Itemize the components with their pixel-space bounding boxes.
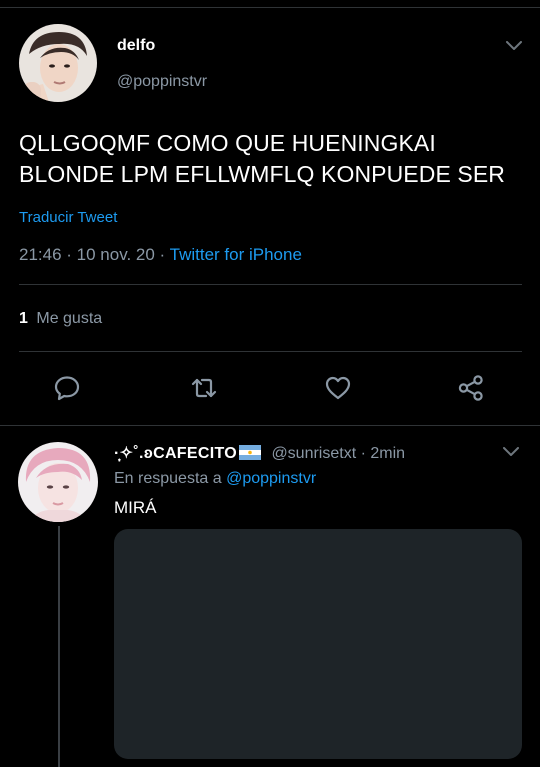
likes-label: Me gusta bbox=[36, 310, 103, 327]
share-icon bbox=[458, 375, 483, 401]
tweet-time: 21:46 bbox=[19, 245, 62, 264]
reply-icon bbox=[54, 376, 80, 401]
replying-to-mention[interactable]: @poppinstvr bbox=[226, 470, 316, 487]
replying-to-label: En respuesta a bbox=[114, 470, 222, 487]
chevron-down-icon[interactable] bbox=[506, 38, 522, 56]
likes-stat[interactable]: 1 Me gusta bbox=[19, 310, 102, 328]
tweet-text: QLLGOQMF COMO QUE HUENINGKAI BLONDE LPM … bbox=[19, 130, 505, 187]
divider bbox=[19, 284, 522, 285]
reply-button[interactable] bbox=[53, 374, 81, 402]
author-handle[interactable]: @poppinstvr bbox=[117, 73, 207, 91]
retweet-icon bbox=[191, 378, 217, 398]
chevron-down-icon[interactable] bbox=[503, 444, 519, 462]
share-button[interactable] bbox=[457, 374, 485, 402]
author-name[interactable]: delfo bbox=[117, 37, 155, 55]
reply-author-avatar[interactable] bbox=[18, 442, 98, 522]
meta-dot: · bbox=[66, 245, 77, 264]
divider bbox=[19, 351, 522, 352]
reply-time[interactable]: 2min bbox=[370, 445, 405, 462]
retweet-button[interactable] bbox=[190, 374, 218, 402]
media-attachment[interactable] bbox=[114, 529, 522, 759]
argentina-flag-icon bbox=[238, 445, 261, 465]
likes-count: 1 bbox=[19, 310, 28, 327]
tweet-source[interactable]: Twitter for iPhone bbox=[170, 245, 302, 264]
heart-icon bbox=[325, 376, 351, 400]
replying-to-line: En respuesta a @poppinstvr bbox=[114, 470, 316, 488]
reply-header: ·̩͙✧˚.ʚCAFECITO @sunrisetxt · 2min bbox=[114, 443, 405, 465]
reply-text: MIRÁ bbox=[114, 498, 157, 517]
thread-connector-line bbox=[58, 526, 60, 767]
top-divider bbox=[0, 7, 540, 8]
translate-tweet-link[interactable]: Traducir Tweet bbox=[19, 209, 117, 226]
tweet-meta: 21:46 · 10 nov. 20 · Twitter for iPhone bbox=[19, 245, 302, 265]
meta-dot: · bbox=[360, 445, 371, 462]
tweet-date[interactable]: 10 nov. 20 bbox=[77, 245, 155, 264]
like-button[interactable] bbox=[324, 374, 352, 402]
meta-dot: · bbox=[159, 245, 170, 264]
section-divider bbox=[0, 425, 540, 426]
reply-author-name[interactable]: ·̩͙✧˚.ʚCAFECITO bbox=[114, 445, 237, 462]
author-avatar[interactable] bbox=[19, 24, 97, 102]
reply-author-handle[interactable]: @sunrisetxt bbox=[271, 445, 356, 462]
